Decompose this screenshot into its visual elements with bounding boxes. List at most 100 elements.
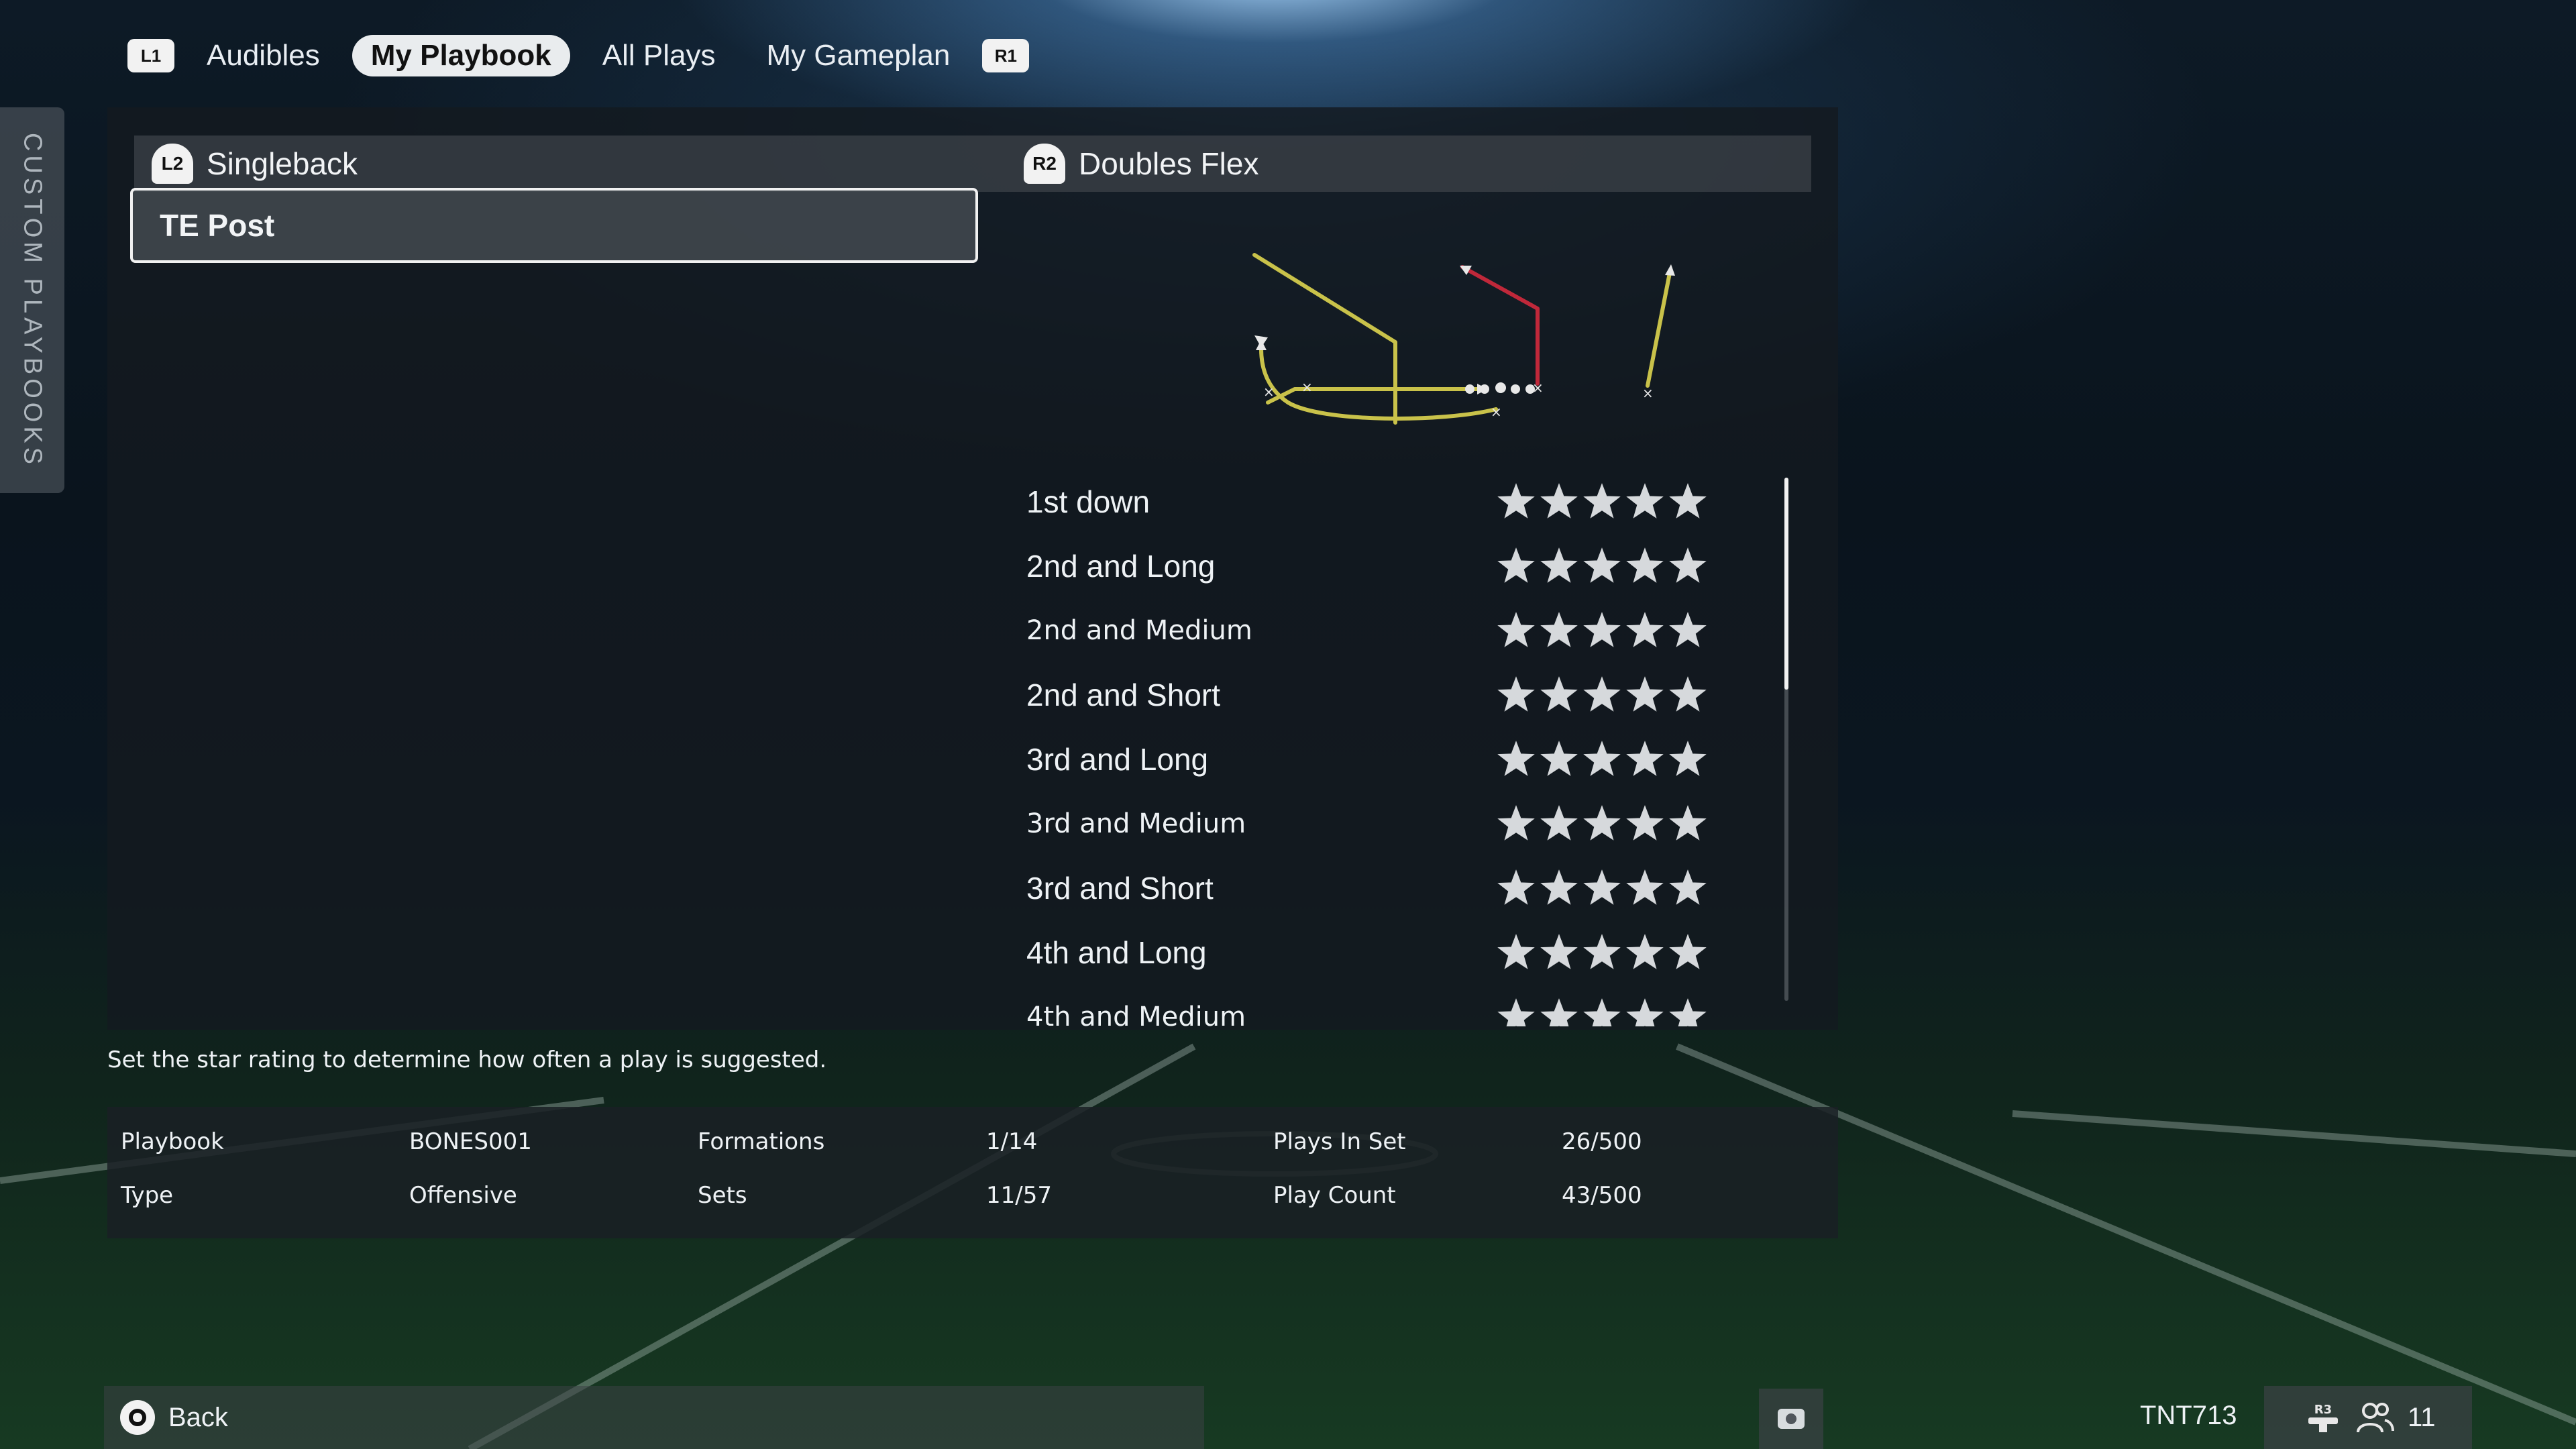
star-icon[interactable] — [1669, 547, 1707, 585]
info-play-count-label: Play Count — [1273, 1182, 1396, 1209]
rating-row[interactable]: 4th and Long — [1026, 920, 1791, 985]
star-icon[interactable] — [1669, 612, 1707, 649]
star-icon[interactable] — [1540, 483, 1578, 521]
tab-my-gameplan[interactable]: My Gameplan — [747, 35, 969, 76]
star-rating[interactable] — [1497, 805, 1707, 843]
info-playbook-label: Playbook — [121, 1128, 224, 1155]
r3-button-icon: R3 — [2308, 1403, 2338, 1432]
rating-row[interactable]: 2nd and Medium — [1026, 598, 1791, 663]
top-nav: L1 Audibles My Playbook All Plays My Gam… — [127, 34, 1030, 78]
arrow-right-go — [1665, 264, 1675, 276]
l1-button-icon[interactable]: L1 — [127, 39, 174, 72]
star-rating[interactable] — [1497, 934, 1707, 971]
star-icon[interactable] — [1540, 547, 1578, 585]
star-icon[interactable] — [1669, 805, 1707, 843]
star-icon[interactable] — [1583, 741, 1621, 778]
star-icon[interactable] — [1540, 612, 1578, 649]
star-icon[interactable] — [1497, 869, 1535, 907]
rating-row[interactable]: 3rd and Long — [1026, 727, 1791, 792]
star-icon[interactable] — [1626, 741, 1664, 778]
hint-text: Set the star rating to determine how oft… — [107, 1046, 827, 1073]
star-icon[interactable] — [1497, 483, 1535, 521]
sidebar-label: CUSTOM PLAYBOOKS — [18, 132, 47, 468]
star-icon[interactable] — [1583, 483, 1621, 521]
rating-row[interactable]: 2nd and Long — [1026, 534, 1791, 598]
rating-row[interactable]: 3rd and Medium — [1026, 792, 1791, 856]
star-rating[interactable] — [1497, 547, 1707, 585]
star-icon[interactable] — [1497, 547, 1535, 585]
custom-playbooks-sidebar[interactable]: CUSTOM PLAYBOOKS — [0, 107, 64, 493]
star-icon[interactable] — [1540, 741, 1578, 778]
l2-button-icon: L2 — [152, 144, 193, 184]
situation-ratings-list[interactable]: 1st down 2nd and Long 2nd and Medium 2nd an… — [1026, 470, 1791, 1026]
playbook-info-table: Playbook BONES001 Formations 1/14 Plays … — [107, 1107, 1838, 1238]
star-icon[interactable] — [1626, 869, 1664, 907]
star-icon[interactable] — [1497, 998, 1535, 1026]
scrollbar-thumb[interactable] — [1784, 478, 1788, 690]
star-icon[interactable] — [1626, 934, 1664, 971]
situation-label: 2nd and Short — [1026, 678, 1221, 712]
situation-label: 1st down — [1026, 484, 1150, 519]
star-rating[interactable] — [1497, 676, 1707, 714]
star-icon[interactable] — [1626, 998, 1664, 1026]
star-icon[interactable] — [1626, 612, 1664, 649]
star-icon[interactable] — [1583, 547, 1621, 585]
star-icon[interactable] — [1669, 741, 1707, 778]
route-flat — [1266, 387, 1485, 405]
party-count: 11 — [2408, 1402, 2436, 1432]
info-plays-in-set-value: 26/500 — [1562, 1128, 1642, 1155]
screenshot-button[interactable] — [1759, 1389, 1823, 1449]
star-rating[interactable] — [1497, 612, 1707, 649]
back-label: Back — [168, 1402, 228, 1432]
r1-button-icon[interactable]: R1 — [982, 39, 1030, 72]
set-header[interactable]: R2 Doubles Flex — [1006, 136, 1811, 192]
star-icon[interactable] — [1497, 805, 1535, 843]
star-icon[interactable] — [1626, 805, 1664, 843]
star-icon[interactable] — [1669, 676, 1707, 714]
rating-row[interactable]: 1st down — [1026, 470, 1791, 534]
tab-audibles[interactable]: Audibles — [188, 35, 339, 76]
rating-row[interactable]: 3rd and Short — [1026, 856, 1791, 920]
star-icon[interactable] — [1497, 741, 1535, 778]
star-icon[interactable] — [1583, 805, 1621, 843]
star-icon[interactable] — [1669, 483, 1707, 521]
formation-header[interactable]: L2 Singleback — [134, 136, 1006, 192]
star-icon[interactable] — [1583, 998, 1621, 1026]
star-icon[interactable] — [1497, 612, 1535, 649]
star-rating[interactable] — [1497, 998, 1707, 1026]
star-icon[interactable] — [1540, 676, 1578, 714]
star-icon[interactable] — [1583, 934, 1621, 971]
tab-my-playbook[interactable]: My Playbook — [352, 35, 570, 76]
gamertag: TNT713 — [2140, 1401, 2237, 1430]
star-icon[interactable] — [1540, 805, 1578, 843]
info-sets-label: Sets — [698, 1182, 747, 1209]
star-rating[interactable] — [1497, 869, 1707, 907]
star-icon[interactable] — [1583, 869, 1621, 907]
star-icon[interactable] — [1540, 998, 1578, 1026]
star-icon[interactable] — [1669, 869, 1707, 907]
star-icon[interactable] — [1626, 676, 1664, 714]
ratings-scrollbar[interactable] — [1784, 478, 1788, 1001]
info-type-label: Type — [121, 1182, 174, 1209]
party-indicator[interactable]: R3 11 — [2264, 1386, 2472, 1449]
info-playbook-value: BONES001 — [409, 1128, 532, 1155]
star-icon[interactable] — [1497, 676, 1535, 714]
star-icon[interactable] — [1626, 483, 1664, 521]
star-icon[interactable] — [1540, 934, 1578, 971]
star-rating[interactable] — [1497, 483, 1707, 521]
tab-all-plays[interactable]: All Plays — [584, 35, 735, 76]
rating-row[interactable]: 2nd and Short — [1026, 663, 1791, 727]
situation-label: 2nd and Long — [1026, 549, 1216, 584]
play-diagram: × × × × × — [1252, 253, 1675, 425]
star-icon[interactable] — [1583, 676, 1621, 714]
star-icon[interactable] — [1497, 934, 1535, 971]
star-icon[interactable] — [1669, 934, 1707, 971]
star-icon[interactable] — [1583, 612, 1621, 649]
star-icon[interactable] — [1540, 869, 1578, 907]
play-list-item-selected[interactable]: TE Post — [130, 188, 978, 263]
star-icon[interactable] — [1626, 547, 1664, 585]
rating-row[interactable]: 4th and Medium — [1026, 985, 1791, 1026]
back-bar[interactable]: Back — [104, 1386, 1204, 1449]
star-rating[interactable] — [1497, 741, 1707, 778]
star-icon[interactable] — [1669, 998, 1707, 1026]
